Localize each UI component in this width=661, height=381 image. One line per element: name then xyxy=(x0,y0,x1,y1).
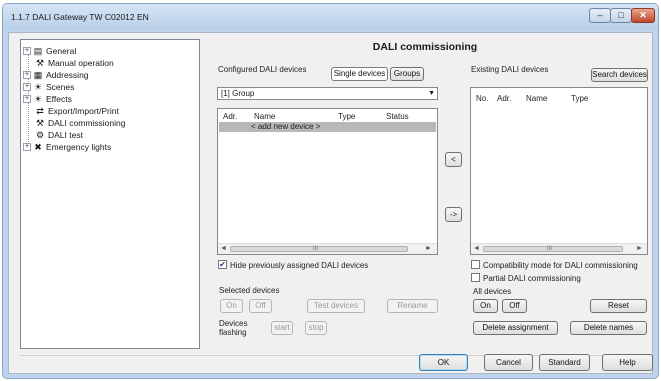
tools-icon: ⚒ xyxy=(35,57,45,68)
expand-toggle[interactable]: + xyxy=(23,46,31,55)
column-header-adr[interactable]: Adr. xyxy=(223,112,237,121)
tree-item-label: Effects xyxy=(46,93,72,104)
tree-item-addressing[interactable]: + ▦ Addressing xyxy=(23,68,89,80)
tab-single-devices[interactable]: Single devices xyxy=(331,67,388,81)
selected-off-button[interactable]: Off xyxy=(249,299,272,313)
lightbulb-icon: ☀ xyxy=(33,81,43,92)
lightbulb-icon: ☀ xyxy=(33,93,43,104)
expand-toggle[interactable]: + xyxy=(23,94,31,103)
column-header-name[interactable]: Name xyxy=(254,112,275,121)
column-header-type[interactable]: Type xyxy=(571,94,588,103)
compatibility-mode-label: Compatibility mode for DALI commissionin… xyxy=(483,261,638,270)
hide-assigned-label: Hide previously assigned DALI devices xyxy=(230,261,369,270)
title-bar[interactable]: 1.1.7 DALI Gateway TW C02012 EN – □ ✕ xyxy=(3,4,658,30)
scroll-left-icon[interactable]: ◄ xyxy=(220,244,227,254)
cancel-button[interactable]: Cancel xyxy=(484,354,533,371)
expand-toggle[interactable]: + xyxy=(23,82,31,91)
addressing-icon: ▦ xyxy=(33,69,43,80)
existing-devices-label: Existing DALI devices xyxy=(471,65,549,74)
scroll-grip-icon: III xyxy=(313,246,319,252)
wrench-icon: ⚒ xyxy=(35,117,45,128)
tree-item-manual-operation[interactable]: ⚒ Manual operation xyxy=(35,56,114,68)
selected-devices-label: Selected devices xyxy=(219,286,280,295)
close-button[interactable]: ✕ xyxy=(631,8,655,23)
reset-button[interactable]: Reset xyxy=(590,299,647,313)
tree-item-scenes[interactable]: + ☀ Scenes xyxy=(23,80,74,92)
devices-flashing-label-2: flashing xyxy=(219,328,247,337)
panel-title: DALI commissioning xyxy=(372,41,478,53)
tree-item-label: Emergency lights xyxy=(46,141,112,152)
column-header-type[interactable]: Type xyxy=(338,112,355,121)
group-select-value: [1] Group xyxy=(221,89,255,98)
all-devices-label: All devices xyxy=(473,287,512,296)
help-button[interactable]: Help xyxy=(602,354,653,371)
horizontal-scrollbar[interactable]: ◄ III ► xyxy=(471,243,647,254)
selected-on-button[interactable]: On xyxy=(220,299,243,313)
tree-item-emergency-lights[interactable]: + ✖ Emergency lights xyxy=(23,140,111,152)
tree-item-effects[interactable]: + ☀ Effects xyxy=(23,92,72,104)
column-header-name[interactable]: Name xyxy=(526,94,547,103)
flash-stop-button[interactable]: stop xyxy=(305,321,327,335)
expand-toggle[interactable]: + xyxy=(23,142,31,151)
delete-assignment-button[interactable]: Delete assignment xyxy=(473,321,558,335)
column-header-no[interactable]: No. xyxy=(476,94,488,103)
scroll-right-icon[interactable]: ► xyxy=(425,244,432,254)
dialog-window: 1.1.7 DALI Gateway TW C02012 EN – □ ✕ + ▤… xyxy=(2,3,659,379)
tree-item-general[interactable]: + ▤ General xyxy=(23,44,76,56)
general-icon: ▤ xyxy=(33,45,43,56)
tree-item-export-import-print[interactable]: ⇄ Export/Import/Print xyxy=(35,104,119,116)
minimize-button[interactable]: – xyxy=(589,8,611,23)
configured-devices-label: Configured DALI devices xyxy=(218,65,307,74)
export-icon: ⇄ xyxy=(36,105,44,116)
standard-button[interactable]: Standard xyxy=(539,354,590,371)
tree-item-label: Addressing xyxy=(46,69,89,80)
partial-commissioning-label: Partial DALI commissioning xyxy=(483,274,581,283)
rename-button[interactable]: Rename xyxy=(387,299,438,313)
dialog-client-area: + ▤ General ⚒ Manual operation + ▦ Addressing… xyxy=(8,32,653,374)
scrollbar-thumb[interactable] xyxy=(483,246,623,252)
add-new-device-label: < add new device > xyxy=(251,122,321,131)
column-header-adr[interactable]: Adr. xyxy=(497,94,511,103)
tab-groups[interactable]: Groups xyxy=(390,67,424,81)
add-new-device-row[interactable]: < add new device > xyxy=(219,122,436,132)
tree-item-label: DALI commissioning xyxy=(48,117,126,128)
tree-item-dali-commissioning[interactable]: ⚒ DALI commissioning xyxy=(35,116,126,128)
tree-item-label: Export/Import/Print xyxy=(48,105,119,116)
devices-flashing-label: Devices xyxy=(219,319,248,328)
chevron-down-icon: ▼ xyxy=(428,90,435,97)
search-devices-button[interactable]: Search devices xyxy=(591,68,648,82)
partial-commissioning-checkbox[interactable] xyxy=(471,273,480,282)
ok-button[interactable]: OK xyxy=(419,354,468,371)
all-off-button[interactable]: Off xyxy=(502,299,527,313)
tree-item-dali-test[interactable]: ⚙ DALI test xyxy=(35,128,83,140)
scroll-grip-icon: III xyxy=(547,246,553,252)
group-select[interactable]: [1] Group ▼ xyxy=(217,87,438,100)
tree-item-label: Scenes xyxy=(46,81,75,92)
move-left-button[interactable]: < xyxy=(445,152,462,167)
scrollbar-thumb[interactable] xyxy=(230,246,408,252)
flash-start-button[interactable]: start xyxy=(271,321,293,335)
column-header-status[interactable]: Status xyxy=(386,112,409,121)
existing-devices-list[interactable]: No. Adr. Name Type ◄ III ► xyxy=(470,87,648,255)
hide-assigned-checkbox[interactable]: ✔ xyxy=(218,260,227,269)
window-title: 1.1.7 DALI Gateway TW C02012 EN xyxy=(11,12,149,22)
gear-icon: ⚙ xyxy=(35,129,45,140)
maximize-button[interactable]: □ xyxy=(610,8,632,23)
compatibility-mode-checkbox[interactable] xyxy=(471,260,480,269)
scroll-right-icon[interactable]: ► xyxy=(636,244,643,254)
tree-item-label: General xyxy=(46,45,77,56)
delete-names-button[interactable]: Delete names xyxy=(570,321,647,335)
configured-devices-list[interactable]: Adr. Name Type Status < add new device >… xyxy=(217,108,438,255)
emergency-icon: ✖ xyxy=(34,141,42,152)
all-on-button[interactable]: On xyxy=(473,299,498,313)
expand-toggle[interactable]: + xyxy=(23,70,31,79)
horizontal-scrollbar[interactable]: ◄ III ► xyxy=(218,243,437,254)
navigation-tree[interactable]: + ▤ General ⚒ Manual operation + ▦ Addressing… xyxy=(20,39,200,349)
tree-item-label: Manual operation xyxy=(48,57,114,68)
move-right-button[interactable]: -> xyxy=(445,207,462,222)
scroll-left-icon[interactable]: ◄ xyxy=(473,244,480,254)
test-devices-button[interactable]: Test devices xyxy=(307,299,365,313)
tree-item-label: DALI test xyxy=(48,129,83,140)
